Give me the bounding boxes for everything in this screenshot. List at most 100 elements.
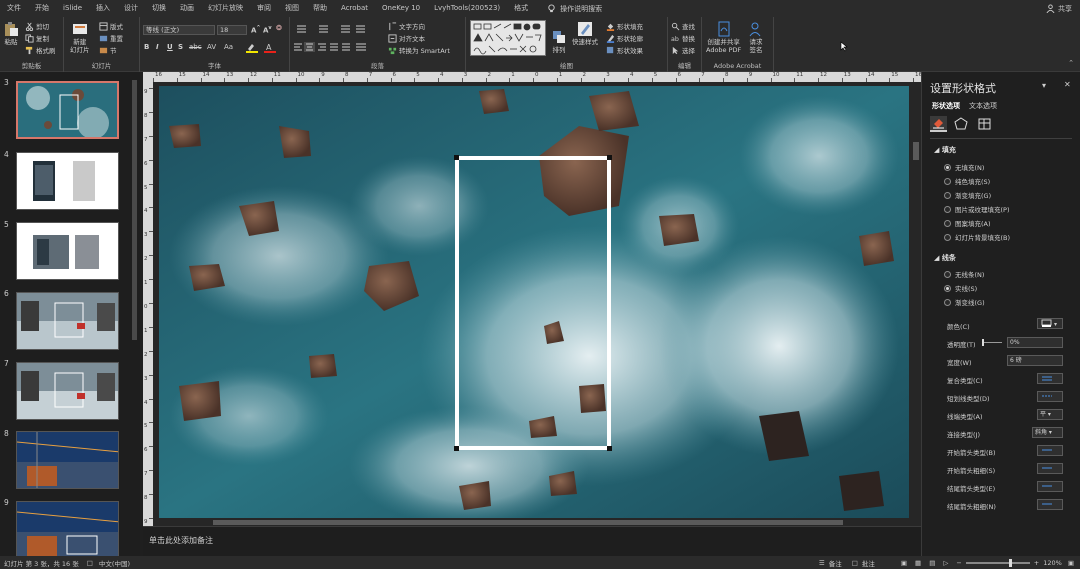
menu-help[interactable]: 帮助 — [306, 0, 334, 17]
arrange-button[interactable]: 排列 — [551, 29, 567, 54]
fill-option-background[interactable]: 幻灯片背景填充(B) — [944, 232, 1010, 242]
vertical-scrollbar[interactable] — [911, 82, 921, 526]
slide-thumbnail-5[interactable] — [16, 222, 119, 280]
cut-button[interactable]: 剪切 — [25, 21, 49, 31]
collapse-ribbon-icon[interactable]: ⌃ — [1068, 59, 1074, 67]
tab-text-options[interactable]: 文本选项 — [969, 101, 997, 111]
highlight-icon[interactable] — [246, 43, 258, 53]
bold-button[interactable]: B — [144, 43, 149, 51]
tab-shape-options[interactable]: 形状选项 — [932, 101, 960, 111]
zoom-slider[interactable] — [965, 558, 1030, 567]
horizontal-scrollbar[interactable] — [153, 518, 911, 526]
reading-view-icon[interactable]: ▤ — [929, 559, 935, 567]
fill-option-pattern[interactable]: 图案填充(A) — [944, 218, 991, 228]
decrease-font-icon[interactable]: Av — [263, 25, 272, 34]
shape-fill-button[interactable]: 形状填充 — [606, 21, 643, 31]
menu-view[interactable]: 视图 — [278, 0, 306, 17]
begin-arrow-type-picker[interactable] — [1037, 445, 1063, 456]
fill-line-icon[interactable] — [930, 116, 947, 132]
notes-toggle-icon[interactable]: ☰ — [819, 559, 825, 567]
notes-pane[interactable]: 单击此处添加备注 — [143, 526, 921, 556]
spellcheck-icon[interactable]: □ — [87, 559, 93, 567]
slide-thumbnail-9[interactable] — [16, 501, 119, 556]
compound-type-picker[interactable] — [1037, 373, 1063, 384]
strikethrough-button[interactable]: abc — [189, 43, 202, 51]
layout-button[interactable]: 版式 — [99, 21, 123, 31]
thumbnail-scrollbar[interactable] — [132, 80, 137, 340]
slide-thumbnail-8[interactable] — [16, 431, 119, 489]
font-name-select[interactable]: 等线 (正文) — [143, 25, 215, 35]
create-pdf-button[interactable]: 创建并共享 Adobe PDF — [706, 21, 741, 54]
menu-insert[interactable]: 插入 — [89, 0, 117, 17]
join-type-select[interactable]: 斜角 ▾ — [1032, 427, 1063, 438]
tell-me-search[interactable]: 操作说明搜索 — [547, 4, 602, 14]
comments-button[interactable]: 批注 — [862, 558, 875, 568]
slide-thumbnail-6[interactable] — [16, 292, 119, 350]
line-color-picker[interactable]: ▾ — [1037, 318, 1063, 329]
menu-acrobat[interactable]: Acrobat — [334, 0, 375, 17]
effects-pentagon-icon[interactable] — [953, 116, 970, 132]
begin-arrow-size-picker[interactable] — [1037, 463, 1063, 474]
underline-button[interactable]: U — [167, 43, 173, 51]
fit-to-window-icon[interactable]: ▣ — [1068, 559, 1074, 567]
replace-button[interactable]: ab 替换 — [671, 33, 695, 43]
slide-thumbnail-pane[interactable]: 3 4 5 6 7 8 9 — [0, 72, 140, 556]
font-size-select[interactable]: 18 — [217, 25, 247, 35]
align-text-button[interactable]: 对齐文本 — [388, 33, 425, 43]
smartart-button[interactable]: 转换为 SmartArt — [388, 45, 450, 55]
text-direction-button[interactable]: 文字方向 — [388, 21, 425, 31]
reset-button[interactable]: 重置 — [99, 33, 123, 43]
zoom-out-icon[interactable]: − — [956, 559, 961, 567]
zoom-in-icon[interactable]: + — [1034, 559, 1039, 567]
select-button[interactable]: 选择 — [671, 45, 695, 55]
cap-type-select[interactable]: 平 ▾ — [1037, 409, 1063, 420]
menu-lvyhtools[interactable]: LvyhTools(200523) — [427, 0, 507, 17]
slide-3[interactable] — [159, 86, 909, 518]
quick-styles-button[interactable]: 快速样式 — [572, 21, 598, 46]
copy-button[interactable]: 复制 — [25, 33, 49, 43]
shadow-button[interactable]: S — [178, 43, 183, 51]
zoom-level[interactable]: 120% — [1043, 559, 1062, 567]
share-button[interactable]: 共享 — [1046, 0, 1072, 17]
slide-sorter-icon[interactable]: ▦ — [915, 559, 921, 567]
line-option-solid[interactable]: 实线(S) — [944, 283, 977, 293]
menu-home[interactable]: 开始 — [28, 0, 56, 17]
menu-file[interactable]: 文件 — [0, 0, 28, 17]
slide-thumbnail-3[interactable] — [16, 81, 119, 139]
vertical-scroll-thumb[interactable] — [913, 142, 919, 160]
transparency-slider-thumb[interactable] — [982, 339, 984, 346]
line-option-gradient[interactable]: 渐变线(G) — [944, 297, 985, 307]
fill-option-gradient[interactable]: 渐变填充(G) — [944, 190, 991, 200]
menu-format[interactable]: 格式 — [507, 0, 535, 17]
paste-button[interactable]: 粘贴 — [3, 21, 19, 46]
shape-gallery[interactable] — [470, 20, 546, 56]
char-spacing-button[interactable]: AV — [207, 43, 216, 51]
slideshow-icon[interactable]: ▷ — [943, 559, 948, 567]
shape-effects-button[interactable]: 形状效果 — [606, 45, 643, 55]
size-properties-icon[interactable] — [976, 116, 993, 132]
fill-option-solid[interactable]: 纯色填充(S) — [944, 176, 990, 186]
horizontal-scroll-thumb[interactable] — [213, 520, 843, 525]
notes-toggle-button[interactable]: 备注 — [829, 558, 842, 568]
dash-type-picker[interactable] — [1037, 391, 1063, 402]
shape-outline-button[interactable]: 形状轮廓 — [606, 33, 643, 43]
fill-option-picture[interactable]: 图片或纹理填充(P) — [944, 204, 1010, 214]
menu-islide[interactable]: iSlide — [56, 0, 89, 17]
list-indent-icons[interactable] — [294, 24, 380, 34]
end-arrow-type-picker[interactable] — [1037, 481, 1063, 492]
zoom-slider-thumb[interactable] — [1008, 558, 1012, 567]
slide-thumbnail-7[interactable] — [16, 362, 119, 420]
increase-font-icon[interactable]: A^ — [251, 25, 261, 34]
find-button[interactable]: 查找 — [671, 21, 695, 31]
menu-onekey[interactable]: OneKey 10 — [375, 0, 427, 17]
transparency-slider[interactable] — [982, 342, 1002, 343]
line-option-none[interactable]: 无线条(N) — [944, 269, 984, 279]
request-sign-button[interactable]: 请求 签名 — [748, 21, 764, 54]
close-icon[interactable]: ✕ — [1064, 80, 1071, 89]
end-arrow-size-picker[interactable] — [1037, 499, 1063, 510]
slide-thumbnail-4[interactable] — [16, 152, 119, 210]
menu-animations[interactable]: 动画 — [173, 0, 201, 17]
slide-editing-canvas[interactable] — [153, 82, 921, 526]
fill-section-header[interactable]: ◢ 填充 — [934, 145, 956, 155]
menu-slideshow[interactable]: 幻灯片放映 — [201, 0, 250, 17]
